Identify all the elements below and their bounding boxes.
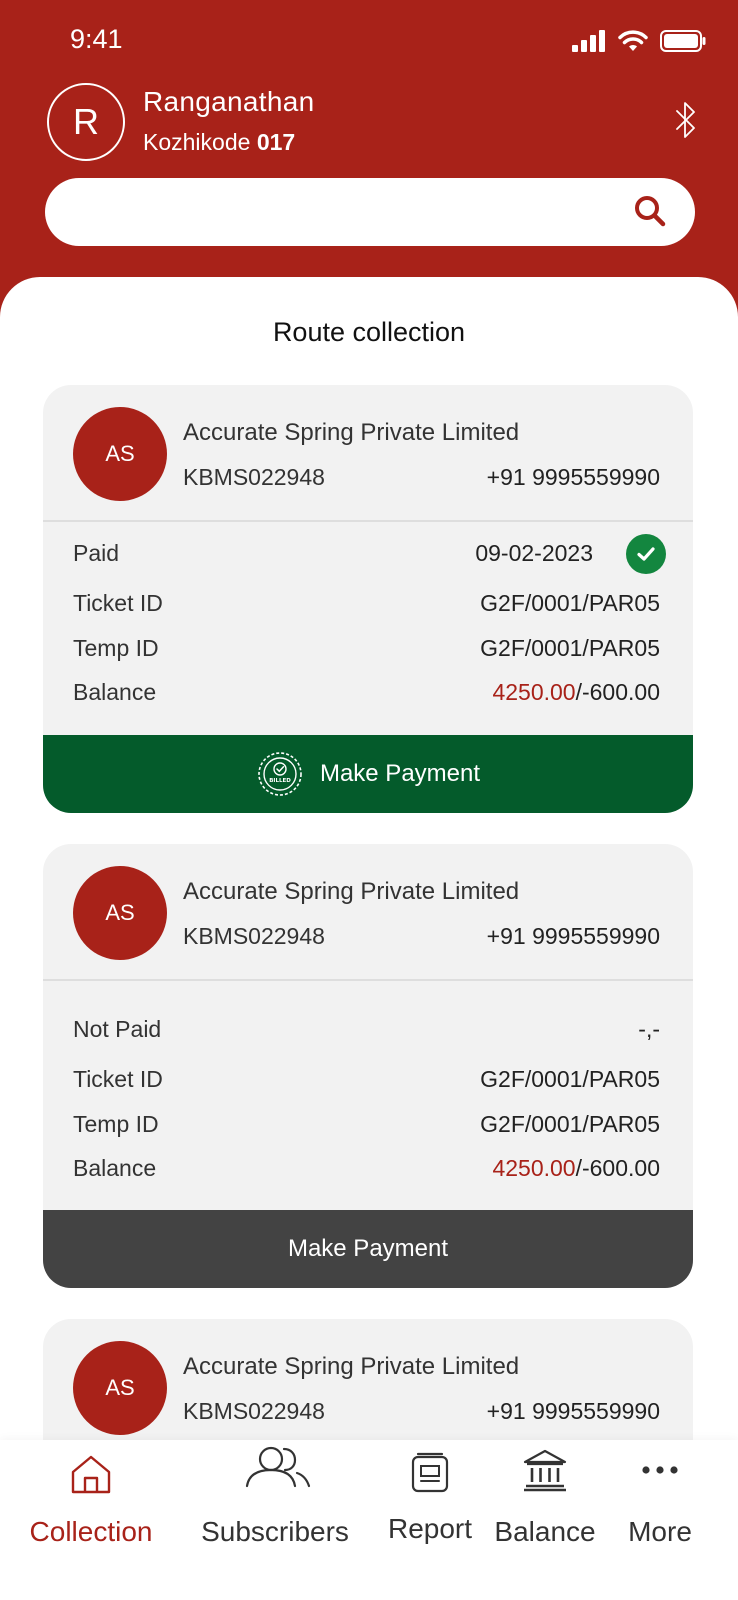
subscriber-code: KBMS022948: [183, 923, 325, 949]
balance-rest: /-600.00: [575, 1155, 660, 1181]
balance-label: Balance: [73, 679, 157, 705]
nav-label: More: [628, 1516, 692, 1547]
nav-label: Report: [387, 1513, 473, 1544]
user-name: Ranganathan: [143, 86, 315, 117]
report-icon: [411, 1452, 449, 1493]
payment-date: -,-: [638, 1016, 660, 1042]
nav-report[interactable]: Report: [375, 1440, 485, 1600]
temp-label: Temp ID: [73, 1111, 159, 1137]
balance-amount: 4250.00: [492, 679, 576, 705]
temp-value: G2F/0001/PAR05: [480, 1111, 660, 1137]
balance-value: 4250.00/-600.00: [492, 679, 660, 706]
make-payment-label: Make Payment: [287, 1235, 449, 1262]
balance-amount: 4250.00: [492, 1155, 576, 1181]
ticket-label: Ticket ID: [73, 590, 163, 616]
avatar: AS: [73, 866, 167, 960]
search-bar[interactable]: [45, 178, 695, 246]
check-circle-icon: [626, 534, 666, 574]
phone-number: +91 9995559990: [486, 464, 660, 490]
status-icons: [572, 30, 706, 52]
status-label: Paid: [73, 540, 120, 566]
nav-subscribers[interactable]: Subscribers: [190, 1440, 360, 1600]
nav-label: Subscribers: [201, 1516, 349, 1547]
phone-number: +91 9995559990: [486, 1398, 660, 1424]
svg-text:BILLED: BILLED: [269, 778, 291, 784]
ticket-value: G2F/0001/PAR05: [480, 1066, 660, 1092]
user-location: Kozhikode 017: [143, 129, 295, 156]
temp-value: G2F/0001/PAR05: [480, 635, 660, 661]
ticket-value: G2F/0001/PAR05: [480, 590, 660, 616]
avatar: AS: [73, 1341, 167, 1435]
subscriber-code: KBMS022948: [183, 1398, 325, 1424]
location-name: Kozhikode: [143, 129, 251, 155]
status-label: Not Paid: [73, 1016, 162, 1042]
company-name: Accurate Spring Private Limited: [183, 419, 520, 446]
payment-date: 09-02-2023: [475, 540, 593, 566]
temp-label: Temp ID: [73, 635, 159, 661]
make-payment-button[interactable]: Make Payment: [43, 1210, 693, 1288]
battery-icon: [660, 30, 706, 52]
search-icon[interactable]: [633, 194, 667, 228]
divider: [43, 979, 693, 981]
ticket-label: Ticket ID: [73, 1066, 163, 1092]
nav-label: Collection: [29, 1516, 153, 1547]
location-code: 017: [256, 129, 296, 155]
make-payment-button[interactable]: BILLED Make Payment: [43, 735, 693, 813]
balance-label: Balance: [73, 1155, 157, 1181]
search-input[interactable]: [75, 192, 635, 232]
content-sheet: Route collection AS Accurate Spring Priv…: [0, 277, 738, 1600]
wifi-icon: [618, 30, 648, 51]
phone-number: +91 9995559990: [486, 923, 660, 949]
balance-rest: /-600.00: [575, 679, 660, 705]
home-icon: [71, 1455, 111, 1494]
bank-icon: [523, 1449, 567, 1492]
signal-icon: [572, 30, 605, 52]
subscriber-code: KBMS022948: [183, 464, 325, 490]
more-icon: [642, 1466, 678, 1474]
balance-value: 4250.00/-600.00: [492, 1155, 660, 1182]
company-name: Accurate Spring Private Limited: [183, 1353, 520, 1380]
nav-more[interactable]: More: [615, 1440, 705, 1600]
users-icon: [245, 1446, 311, 1488]
bluetooth-icon[interactable]: [674, 100, 698, 140]
divider: [43, 520, 693, 522]
page-title: Route collection: [272, 317, 466, 347]
nav-balance[interactable]: Balance: [485, 1440, 605, 1600]
avatar: AS: [73, 407, 167, 501]
make-payment-label: Make Payment: [319, 760, 481, 787]
user-avatar[interactable]: R: [47, 83, 125, 161]
app-header: 9:41 R Ranganathan Kozhikode 017: [0, 0, 738, 300]
company-name: Accurate Spring Private Limited: [183, 878, 520, 905]
subscriber-card[interactable]: AS Accurate Spring Private Limited KBMS0…: [43, 385, 693, 813]
status-time: 9:41: [70, 24, 123, 54]
nav-collection[interactable]: Collection: [18, 1440, 164, 1600]
billed-badge-icon: BILLED: [258, 752, 302, 796]
nav-label: Balance: [494, 1516, 596, 1547]
subscriber-card[interactable]: AS Accurate Spring Private Limited KBMS0…: [43, 844, 693, 1288]
bottom-navigation: Collection Subscribers Report Balance Mo…: [0, 1440, 738, 1600]
